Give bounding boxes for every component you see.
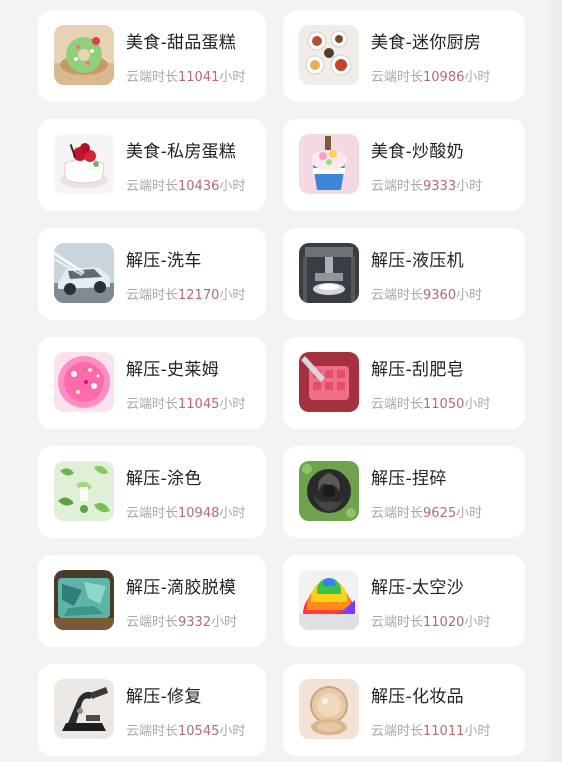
cloud-hours: 云端时长12170小时 [126, 288, 246, 303]
hours-value: 11011 [423, 724, 465, 739]
donut-cake-icon [54, 25, 114, 85]
hours-value: 11020 [423, 615, 465, 630]
cloud-hours: 云端时长11041小时 [126, 70, 246, 85]
game-title: 解压-涂色 [126, 469, 202, 489]
game-card-crush[interactable]: 解压-捏碎 云端时长9625小时 [283, 446, 525, 538]
hours-value: 10545 [178, 724, 220, 739]
game-title: 解压-刮肥皂 [371, 360, 464, 380]
game-card-dessert-cake[interactable]: 美食-甜品蛋糕 云端时长11041小时 [38, 10, 266, 102]
cloud-hours: 云端时长10986小时 [371, 70, 491, 85]
game-title: 解压-化妆品 [371, 687, 464, 707]
hours-value: 11050 [423, 397, 465, 412]
crush-icon [299, 461, 359, 521]
game-title: 解压-滴胶脱模 [126, 578, 237, 598]
hours-value: 12170 [178, 288, 220, 303]
cloud-hours: 云端时长9360小时 [371, 288, 483, 303]
kinetic-sand-icon [299, 570, 359, 630]
cloud-hours: 云端时长11020小时 [371, 615, 491, 630]
cosmetics-compact-icon [299, 679, 359, 739]
game-card-soap-cutting[interactable]: 解压-刮肥皂 云端时长11050小时 [283, 337, 525, 429]
game-title: 美食-甜品蛋糕 [126, 33, 237, 53]
game-card-kinetic-sand[interactable]: 解压-太空沙 云端时长11020小时 [283, 555, 525, 647]
resin-mold-icon [54, 570, 114, 630]
game-card-mini-kitchen[interactable]: 美食-迷你厨房 云端时长10986小时 [283, 10, 525, 102]
game-title: 解压-太空沙 [371, 578, 464, 598]
game-card-coloring[interactable]: 解压-涂色 云端时长10948小时 [38, 446, 266, 538]
coloring-icon [54, 461, 114, 521]
game-title: 解压-修复 [126, 687, 202, 707]
game-title: 解压-洗车 [126, 251, 202, 271]
slime-icon [54, 352, 114, 412]
car-wash-icon [54, 243, 114, 303]
hours-value: 9333 [423, 179, 457, 194]
hours-value: 10436 [178, 179, 220, 194]
game-title: 美食-私房蛋糕 [126, 142, 237, 162]
hours-value: 9360 [423, 288, 457, 303]
game-list: 美食-甜品蛋糕 云端时长11041小时 美食-迷你厨房 云端时长10986小时 [0, 0, 562, 762]
cloud-hours: 云端时长11050小时 [371, 397, 491, 412]
game-card-car-wash[interactable]: 解压-洗车 云端时长12170小时 [38, 228, 266, 320]
game-title: 解压-液压机 [371, 251, 464, 271]
cloud-hours: 云端时长10948小时 [126, 506, 246, 521]
hours-value: 11041 [178, 70, 220, 85]
cloud-hours: 云端时长9332小时 [126, 615, 238, 630]
hours-value: 9625 [423, 506, 457, 521]
fried-yogurt-icon [299, 134, 359, 194]
game-title: 美食-迷你厨房 [371, 33, 482, 53]
hours-value: 11045 [178, 397, 220, 412]
game-card-hydraulic-press[interactable]: 解压-液压机 云端时长9360小时 [283, 228, 525, 320]
hours-value: 10948 [178, 506, 220, 521]
cloud-hours: 云端时长11011小时 [371, 724, 491, 739]
cloud-hours: 云端时长11045小时 [126, 397, 246, 412]
game-card-fried-yogurt[interactable]: 美食-炒酸奶 云端时长9333小时 [283, 119, 525, 211]
game-card-private-cake[interactable]: 美食-私房蛋糕 云端时长10436小时 [38, 119, 266, 211]
hours-value: 10986 [423, 70, 465, 85]
game-title: 美食-炒酸奶 [371, 142, 464, 162]
game-title: 解压-捏碎 [371, 469, 447, 489]
game-card-resin-mold[interactable]: 解压-滴胶脱模 云端时长9332小时 [38, 555, 266, 647]
cloud-hours: 云端时长9333小时 [371, 179, 483, 194]
hours-value: 9332 [178, 615, 212, 630]
mini-kitchen-icon [299, 25, 359, 85]
soap-cutting-icon [299, 352, 359, 412]
cloud-hours: 云端时长10545小时 [126, 724, 246, 739]
game-card-cosmetics[interactable]: 解压-化妆品 云端时长11011小时 [283, 664, 525, 756]
game-card-repair[interactable]: 解压-修复 云端时长10545小时 [38, 664, 266, 756]
game-title: 解压-史莱姆 [126, 360, 219, 380]
repair-tool-icon [54, 679, 114, 739]
cloud-hours: 云端时长10436小时 [126, 179, 246, 194]
cloud-hours: 云端时长9625小时 [371, 506, 483, 521]
game-card-slime[interactable]: 解压-史莱姆 云端时长11045小时 [38, 337, 266, 429]
berry-cake-icon [54, 134, 114, 194]
scroll-edge [548, 0, 562, 762]
hydraulic-press-icon [299, 243, 359, 303]
